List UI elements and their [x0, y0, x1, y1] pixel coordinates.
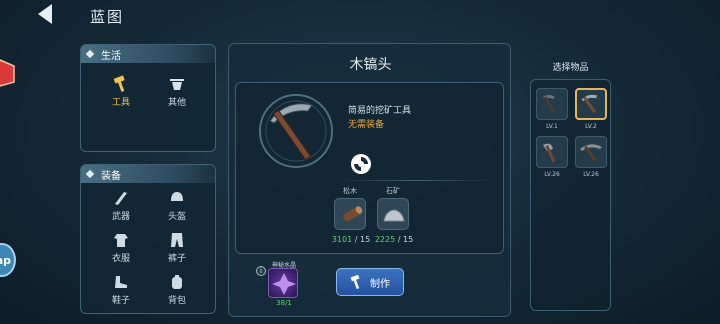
equip-panel: 装备 武器 头盔 衣服 裤子 鞋子 背包: [80, 164, 216, 314]
life-panel-header: 生活: [81, 45, 215, 63]
item-requirement: 无需装备: [348, 120, 385, 130]
material-have: 3101: [331, 235, 353, 244]
category-weapon[interactable]: 武器: [101, 189, 141, 222]
category-helmet-label: 头盔: [167, 212, 186, 222]
hammer-icon: [350, 275, 360, 289]
slot-axe[interactable]: [536, 136, 568, 168]
helmet-icon: [171, 192, 183, 201]
category-helmet[interactable]: 头盔: [157, 189, 197, 222]
material-have: 2225: [374, 235, 396, 244]
craft-button-label: 制作: [370, 278, 390, 290]
material-need: / 15: [397, 235, 414, 244]
stone-icon: [383, 209, 405, 222]
material-name: 松木: [343, 187, 357, 195]
category-other[interactable]: 其他: [157, 75, 197, 108]
category-shoes[interactable]: 鞋子: [101, 273, 141, 306]
diamond-icon: [85, 49, 95, 59]
category-backpack-label: 背包: [167, 296, 186, 306]
page-title: 蓝图: [90, 8, 125, 26]
category-weapon-label: 武器: [111, 212, 130, 222]
iron-pick-icon: [580, 144, 602, 162]
loading-spinner-icon: [351, 154, 371, 174]
selector-title: 选择物品: [552, 63, 589, 73]
log-icon: [343, 206, 363, 222]
life-panel-title: 生活: [101, 50, 121, 62]
craft-button[interactable]: 制作: [336, 268, 404, 296]
info-icon[interactable]: i: [256, 266, 266, 276]
material-count: 2225 / 15: [359, 235, 429, 244]
category-other-label: 其他: [167, 98, 186, 108]
cauldron-icon: [170, 79, 184, 90]
category-shoes-label: 鞋子: [111, 296, 130, 306]
category-tools[interactable]: 工具: [101, 75, 141, 108]
category-pants-label: 裤子: [167, 254, 186, 264]
weapon-icon: [115, 192, 127, 205]
material-name: 石矿: [386, 187, 400, 195]
item-selector-panel: 选择物品 LV.1 LV.2 LV.26 LV.26: [527, 52, 614, 314]
category-pants[interactable]: 裤子: [157, 231, 197, 264]
category-tools-label: 工具: [111, 98, 130, 108]
axe-icon: [543, 143, 556, 163]
selector-box: LV.1 LV.2 LV.26 LV.26: [530, 79, 611, 311]
slot-iron-pick[interactable]: [575, 136, 607, 168]
material-slot-log[interactable]: [334, 198, 366, 230]
hammer-icon: [113, 75, 125, 92]
slot-stone-pick[interactable]: [536, 88, 568, 120]
pickaxe-icon: [581, 94, 598, 114]
map-button[interactable]: ap: [0, 243, 16, 277]
backpack-icon: [172, 275, 182, 289]
equip-panel-header: 装备: [81, 165, 215, 183]
map-button-label: ap: [0, 253, 11, 267]
slot-level: LV.26: [544, 171, 560, 178]
life-panel: 生活 工具 其他: [80, 44, 216, 152]
item-description: 简易的挖矿工具: [348, 106, 412, 116]
item-info-box: 简易的挖矿工具 无需装备 松木 3101 / 15 石矿 2225 / 15: [235, 82, 504, 254]
crystal-icon: [272, 273, 296, 295]
crystal-slot[interactable]: [268, 268, 298, 298]
category-clothes[interactable]: 衣服: [101, 231, 141, 264]
material-slot-stone[interactable]: [377, 198, 409, 230]
stone-pick-icon: [543, 95, 556, 114]
category-backpack[interactable]: 背包: [157, 273, 197, 306]
divider: [336, 180, 496, 181]
notification-badge-icon[interactable]: [0, 58, 16, 88]
back-arrow-icon[interactable]: [34, 2, 58, 26]
slot-level: LV.26: [583, 171, 599, 178]
shoes-icon: [115, 276, 127, 288]
category-clothes-label: 衣服: [111, 254, 130, 264]
slot-wood-pick[interactable]: [575, 88, 607, 120]
item-title: 木镐头: [349, 57, 392, 73]
diamond-icon: [85, 169, 95, 179]
pants-icon: [171, 233, 183, 247]
crystal-count: 38/1: [276, 299, 292, 307]
top-bar: 蓝图: [0, 0, 720, 30]
clothes-icon: [114, 234, 128, 247]
equip-panel-title: 装备: [101, 170, 121, 182]
slot-level: LV.1: [546, 123, 558, 130]
slot-level: LV.2: [585, 123, 597, 130]
pickaxe-icon: [259, 94, 333, 168]
